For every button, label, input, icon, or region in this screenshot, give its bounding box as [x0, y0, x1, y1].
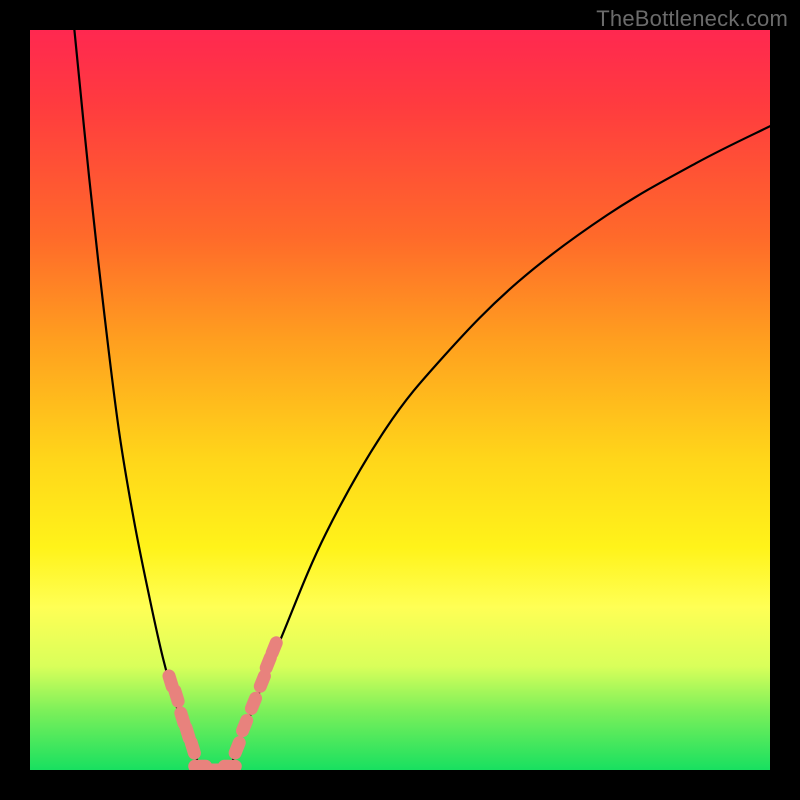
- curve-marker: [234, 712, 255, 739]
- chart-frame: TheBottleneck.com: [0, 0, 800, 800]
- plot-area: [30, 30, 770, 770]
- curve-marker: [178, 720, 197, 747]
- curve-marker: [173, 705, 192, 732]
- curve-layer: [30, 30, 770, 770]
- curve-marker: [203, 764, 227, 771]
- curve-marker: [227, 734, 248, 761]
- curve-marker: [218, 760, 242, 770]
- curve-left-branch: [74, 30, 200, 770]
- curve-marker: [243, 690, 264, 717]
- curve-marker: [183, 734, 202, 761]
- curve-marker: [167, 683, 186, 710]
- curve-marker: [252, 668, 273, 695]
- curve-right-branch: [230, 126, 770, 770]
- curve-marker: [188, 760, 212, 770]
- curve-marker: [264, 634, 285, 661]
- watermark-text: TheBottleneck.com: [596, 6, 788, 32]
- curve-marker: [161, 668, 180, 695]
- curve-marker: [258, 649, 279, 676]
